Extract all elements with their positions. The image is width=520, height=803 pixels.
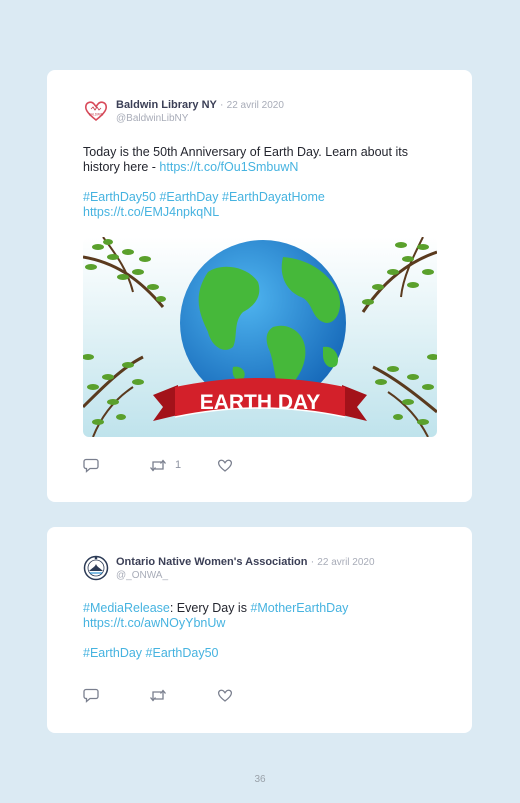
author-name[interactable]: Ontario Native Women's Association — [116, 556, 308, 568]
page-number: 36 — [254, 774, 266, 785]
heart-icon: BALDWIN — [84, 101, 108, 122]
tweet-line: #MediaRelease: Every Day is #MotherEarth… — [83, 601, 443, 616]
banner-text: EARTH DAY — [200, 391, 321, 414]
tweet-line: Today is the 50th Anniversary of Earth D… — [83, 145, 408, 159]
hashtag-line: #EarthDay #EarthDay50 — [83, 646, 443, 661]
hashtag[interactable]: #MediaRelease — [83, 601, 170, 615]
tweet-line: history here - https://t.co/fOu1SmbuwN — [83, 160, 443, 175]
like-button[interactable] — [217, 458, 233, 473]
reply-icon — [83, 458, 99, 473]
tweet-line-text: history here - — [83, 160, 160, 174]
retweet-count: 1 — [175, 459, 182, 471]
retweet-button[interactable] — [149, 458, 167, 473]
author-handle[interactable]: @_ONWA_ — [116, 569, 375, 582]
hashtag[interactable]: #EarthDayatHome — [222, 190, 325, 204]
retweet-icon — [150, 459, 166, 472]
earth-day-illustration: EARTH DAY — [83, 237, 437, 437]
tweet-image[interactable]: EARTH DAY — [83, 237, 437, 437]
avatar[interactable]: BALDWIN — [83, 98, 109, 124]
tweet-header: Baldwin Library NY · 22 avril 2020 @Bald… — [116, 99, 284, 125]
tweet-actions — [83, 688, 283, 704]
hashtag-line: #EarthDay50 #EarthDay #EarthDayatHome — [83, 190, 443, 205]
tweet-card: BALDWIN Baldwin Library NY · 22 avril 20… — [47, 70, 472, 502]
svg-text:BALDWIN: BALDWIN — [89, 113, 104, 117]
tweet-link[interactable]: https://t.co/awNOyYbnUw — [83, 616, 443, 631]
reply-icon — [83, 688, 99, 703]
hashtag[interactable]: #EarthDay — [159, 190, 218, 204]
like-button[interactable] — [217, 688, 233, 703]
tweet-header: Ontario Native Women's Association · 22 … — [116, 556, 375, 582]
reply-button[interactable] — [83, 458, 99, 473]
author-name[interactable]: Baldwin Library NY — [116, 99, 217, 111]
retweet-button[interactable] — [149, 688, 167, 703]
tweet-link[interactable]: https://t.co/fOu1SmbuwN — [159, 160, 298, 174]
tweet-actions: 1 — [83, 458, 283, 474]
hashtag[interactable]: #MotherEarthDay — [250, 601, 348, 615]
retweet-icon — [150, 689, 166, 702]
tweet-date[interactable]: 22 avril 2020 — [317, 557, 374, 568]
separator: · — [310, 556, 315, 568]
tweet-date[interactable]: 22 avril 2020 — [227, 100, 284, 111]
hashtag[interactable]: #EarthDay50 — [146, 646, 219, 660]
tweet-card: Ontario Native Women's Association · 22 … — [47, 527, 472, 733]
tweet-text: Today is the 50th Anniversary of Earth D… — [83, 145, 443, 220]
tweet-link[interactable]: https://t.co/EMJ4npkqNL — [83, 205, 443, 220]
author-handle[interactable]: @BaldwinLibNY — [116, 112, 284, 125]
heart-icon — [217, 689, 233, 702]
reply-button[interactable] — [83, 688, 99, 703]
heart-icon — [217, 459, 233, 472]
tweet-text: #MediaRelease: Every Day is #MotherEarth… — [83, 601, 443, 661]
separator: · — [219, 99, 224, 111]
avatar[interactable] — [83, 555, 109, 581]
hashtag[interactable]: #EarthDay — [83, 646, 142, 660]
hashtag[interactable]: #EarthDay50 — [83, 190, 156, 204]
onwa-logo-icon — [83, 555, 109, 581]
tweet-line-text: : Every Day is — [169, 601, 251, 615]
